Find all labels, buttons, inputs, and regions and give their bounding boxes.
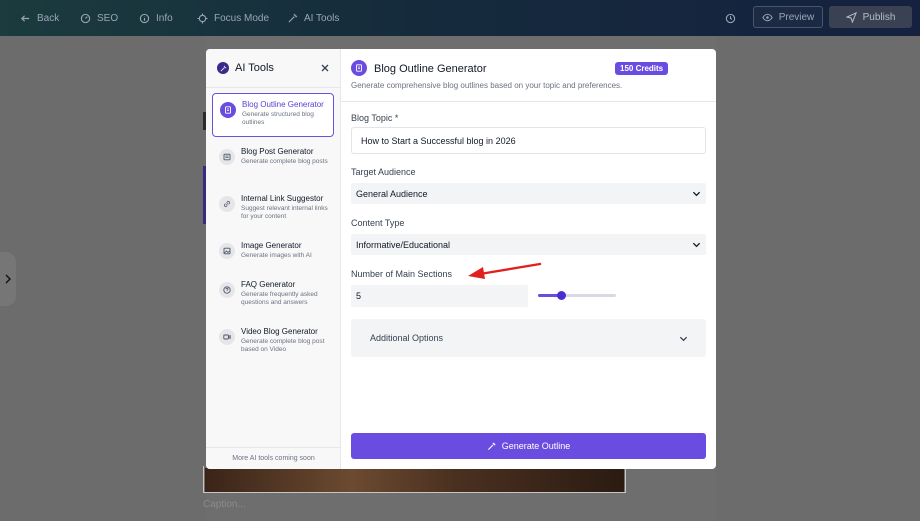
video-icon [219,329,235,345]
ai-tools-button[interactable]: AI Tools [287,0,339,36]
close-icon[interactable] [318,61,332,75]
document-icon [351,60,367,76]
tool-name: Blog Outline Generator [242,100,324,109]
content-type-value: Informative/Educational [356,239,451,250]
preview-button[interactable]: Preview [753,6,823,28]
history-button[interactable] [725,0,736,36]
tool-description: Suggest relevant internal links for your… [241,205,328,220]
info-button[interactable]: Info [139,0,173,36]
additional-options-label: Additional Options [370,333,444,343]
sidebar-item-video-blog-generator[interactable]: Video Blog Generator Generate complete b… [212,321,334,365]
tool-name: FAQ Generator [241,280,296,289]
article-icon [219,149,235,165]
sidebar-item-image-generator[interactable]: Image Generator Generate images with AI [212,235,334,271]
send-icon [845,11,857,23]
info-icon [139,13,150,23]
sparkle-icon [217,62,229,74]
chevron-down-icon [692,242,701,248]
credits-badge: 150 Credits [615,62,669,75]
blog-topic-value: How to Start a Successful blog in 2026 [361,135,516,146]
tool-name: Internal Link Suggestor [241,194,324,203]
history-icon [725,13,736,23]
generate-outline-button[interactable]: Generate Outline [351,433,706,459]
question-icon [219,282,235,298]
magic-wand-icon [487,442,495,450]
focus-mode-button[interactable]: Focus Mode [197,0,269,36]
panel-title: Blog Outline Generator [374,63,487,75]
image-caption[interactable]: Caption... [203,499,246,510]
sidebar-expand-handle[interactable] [0,252,16,306]
top-toolbar: Back SEO Info Focus Mode AI Tools Previe… [0,0,920,36]
sections-number-input[interactable]: 5 [351,285,528,307]
sidebar-item-blog-outline-generator[interactable]: Blog Outline Generator Generate structur… [212,93,334,137]
target-audience-value: General Audience [356,188,428,199]
publish-label: Publish [862,11,896,23]
sidebar-divider [206,87,341,88]
sidebar-footer: More AI tools coming soon [206,447,341,469]
panel-header: Blog Outline Generator 150 Credits Gener… [341,49,716,102]
sidebar-item-internal-link-suggestor[interactable]: Internal Link Suggestor Suggest relevant… [212,188,334,232]
gauge-icon [80,13,91,23]
blog-topic-input[interactable]: How to Start a Successful blog in 2026 [351,127,706,154]
seo-label: SEO [97,12,119,24]
sections-value: 5 [356,291,362,301]
tool-description: Generate complete blog post based on Vid… [241,338,325,353]
preview-label: Preview [778,11,815,23]
tool-description: Generate frequently asked questions and … [241,291,318,306]
blog-topic-label: Blog Topic * [351,113,399,123]
sidebar-item-faq-generator[interactable]: FAQ Generator Generate frequently asked … [212,274,334,318]
content-type-select[interactable]: Informative/Educational [351,234,706,255]
target-audience-label: Target Audience [351,167,416,177]
publish-button[interactable]: Publish [829,6,912,28]
chevron-right-icon [5,274,11,284]
tool-description: Generate structured blog outlines [242,111,314,126]
tool-name: Image Generator [241,241,302,250]
editor-background [0,36,206,521]
sidebar-header: AI Tools [206,49,340,87]
arrow-left-icon [20,14,30,22]
chevron-down-icon [679,336,688,341]
slider-thumb[interactable] [556,291,566,300]
info-label: Info [156,12,173,24]
ai-tools-sidebar: AI Tools Blog Outline Generator Generate… [206,49,341,469]
generate-outline-label: Generate Outline [501,441,571,451]
sidebar-item-blog-post-generator[interactable]: Blog Post Generator Generate complete bl… [212,141,334,185]
sections-slider[interactable] [538,291,616,300]
target-audience-select[interactable]: General Audience [351,183,706,204]
tool-panel: Blog Outline Generator 150 Credits Gener… [341,49,716,469]
editor-background-right [716,36,920,521]
tool-description: Generate complete blog posts [241,158,328,165]
magic-wand-icon [288,13,298,23]
panel-subtitle: Generate comprehensive blog outlines bas… [351,81,623,90]
image-icon [219,243,235,259]
additional-options-toggle[interactable]: Additional Options [351,319,706,357]
back-button[interactable]: Back [20,0,59,36]
tool-name: Blog Post Generator [241,147,314,156]
tool-name: Video Blog Generator [241,327,318,336]
tool-description: Generate images with AI [241,252,312,259]
back-label: Back [37,12,60,24]
sidebar-title: AI Tools [235,62,274,74]
image-selection-frame [203,466,626,493]
chevron-down-icon [692,191,701,197]
link-icon [219,196,235,212]
seo-button[interactable]: SEO [80,0,118,36]
ai-tools-label: AI Tools [304,12,340,24]
eye-icon [762,13,773,21]
content-type-label: Content Type [351,218,405,228]
ai-tools-modal: AI Tools Blog Outline Generator Generate… [206,49,716,469]
sections-label: Number of Main Sections [351,269,453,279]
focus-mode-label: Focus Mode [214,12,270,24]
focus-icon [197,12,208,24]
document-icon [220,102,236,118]
annotation-arrow-icon [468,262,542,279]
